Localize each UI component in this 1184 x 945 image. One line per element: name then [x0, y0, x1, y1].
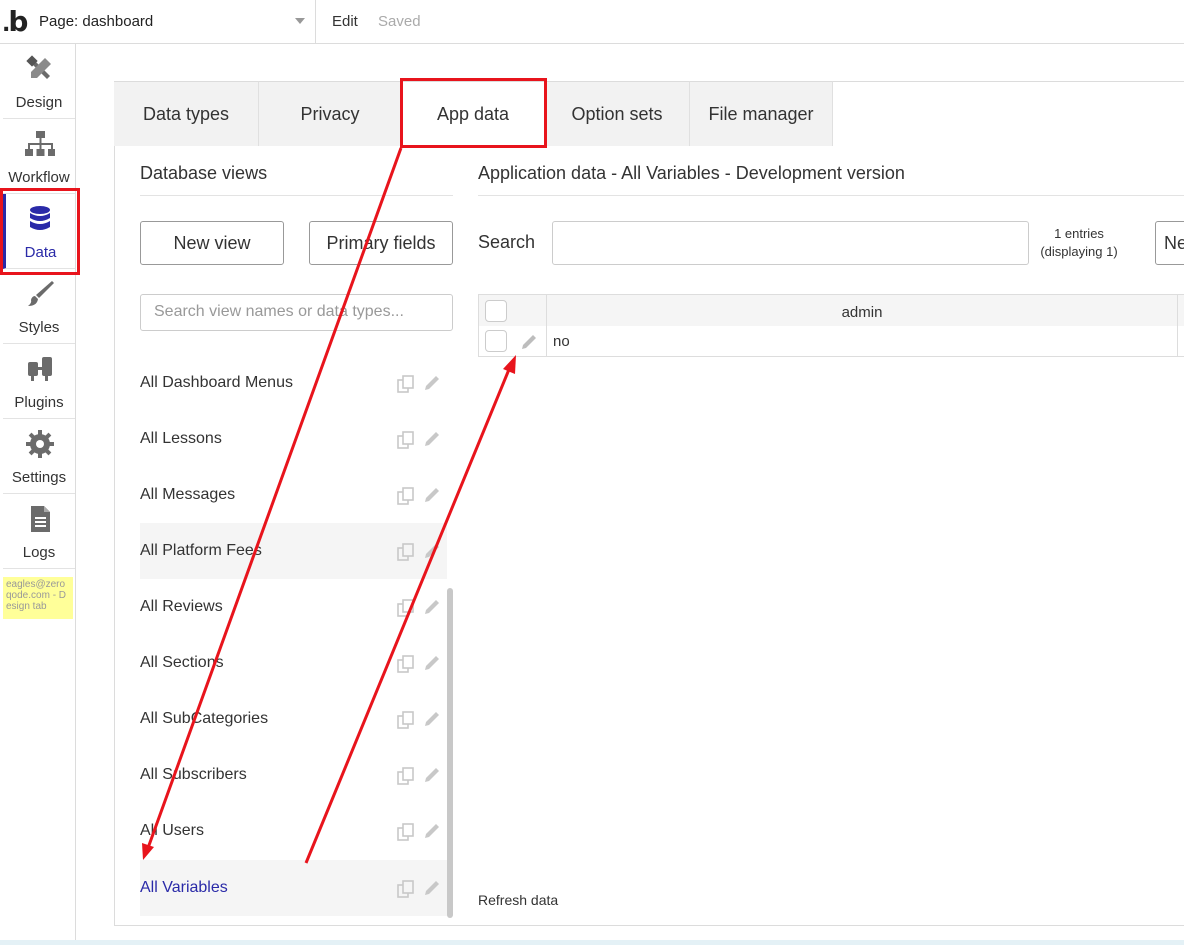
sidebar-item-label: Plugins [14, 394, 64, 411]
database-views-title: Database views [140, 163, 268, 183]
sidebar-item-workflow[interactable]: Workflow [3, 119, 75, 194]
view-name: All Subscribers [140, 766, 247, 783]
pencil-icon[interactable] [422, 765, 442, 785]
sidebar-item-label: Logs [22, 544, 56, 561]
view-name: All Sections [140, 654, 224, 671]
gear-icon [26, 430, 54, 458]
copy-icon[interactable] [396, 766, 416, 786]
pencil-icon[interactable] [422, 541, 442, 561]
pencil-icon[interactable] [422, 485, 442, 505]
divider [478, 195, 1184, 196]
view-name: All Reviews [140, 598, 223, 615]
copy-icon[interactable] [396, 822, 416, 842]
design-icon [26, 55, 51, 79]
view-name: All Lessons [140, 430, 222, 447]
sidebar-item-label: Settings [11, 469, 67, 486]
sidebar-item-label: Workflow [8, 169, 70, 186]
new-view-button[interactable]: New view [140, 221, 284, 265]
bottom-strip [0, 940, 1184, 945]
pencil-icon[interactable] [422, 597, 442, 617]
data-search-input[interactable] [552, 221, 1029, 265]
sidebar-item-label: Styles [18, 319, 60, 336]
list-item[interactable]: All Reviews [140, 579, 447, 635]
tab-option-sets[interactable]: Option sets [545, 81, 690, 146]
view-name: All Messages [140, 486, 236, 503]
user-note: eagles@zeroqode.com - Design tab [3, 577, 73, 619]
saved-status: Saved [378, 13, 421, 30]
copy-icon[interactable] [396, 879, 416, 899]
row-checkbox[interactable] [485, 330, 507, 352]
edit-menu[interactable]: Edit [332, 13, 358, 30]
tab-privacy[interactable]: Privacy [259, 81, 402, 146]
brush-icon [28, 281, 54, 306]
list-item[interactable]: All Subscribers [140, 747, 447, 803]
sidebar-item-plugins[interactable]: Plugins [3, 344, 75, 419]
list-item[interactable]: All Lessons [140, 411, 447, 467]
list-item[interactable]: All Sections [140, 635, 447, 691]
copy-icon[interactable] [396, 430, 416, 450]
list-item[interactable]: All SubCategories [140, 691, 447, 747]
page-selector-label: Page: dashboard [39, 13, 154, 30]
tab-file-manager[interactable]: File manager [690, 81, 833, 146]
app-data-title: Application data - All Variables - Devel… [478, 163, 905, 183]
copy-icon[interactable] [396, 654, 416, 674]
plug-icon [28, 357, 52, 381]
view-name: All Dashboard Menus [140, 374, 293, 391]
view-search-input[interactable]: Search view names or data types... [140, 294, 453, 331]
column-separator [1177, 295, 1178, 327]
new-entry-button[interactable]: Ne [1155, 221, 1184, 265]
pencil-icon[interactable] [422, 653, 442, 673]
view-name: All SubCategories [140, 710, 269, 727]
pencil-icon[interactable] [422, 821, 442, 841]
page-selector[interactable]: Page: dashboard [32, 0, 316, 44]
cell-admin[interactable]: no [553, 333, 570, 350]
pencil-icon[interactable] [519, 332, 539, 352]
sidebar-item-logs[interactable]: Logs [3, 494, 75, 569]
pencil-icon[interactable] [422, 373, 442, 393]
document-icon [31, 506, 50, 532]
sidebar-item-design[interactable]: Design [3, 44, 75, 119]
divider [140, 195, 453, 196]
annotation-box-app-data [400, 78, 547, 148]
column-separator [1177, 326, 1178, 356]
entries-count: 1 entries (displaying 1) [1040, 226, 1118, 259]
column-separator [546, 326, 547, 356]
list-item-selected[interactable]: All Variables [140, 860, 447, 916]
left-sidebar: Design Workflow Data Styles Plugins Sett… [0, 44, 76, 945]
copy-icon[interactable] [396, 374, 416, 394]
primary-fields-button[interactable]: Primary fields [309, 221, 453, 265]
view-name: All Variables [140, 879, 228, 896]
workflow-icon [25, 131, 55, 156]
sidebar-item-label: Design [15, 94, 63, 111]
list-item[interactable]: All Dashboard Menus [140, 355, 447, 411]
list-item[interactable]: All Users [140, 803, 447, 859]
tab-data-types[interactable]: Data types [114, 81, 259, 146]
select-all-checkbox[interactable] [485, 300, 507, 322]
list-item[interactable]: All Messages [140, 467, 447, 523]
pencil-icon[interactable] [422, 429, 442, 449]
view-list-scrollbar[interactable] [447, 588, 453, 918]
sidebar-item-settings[interactable]: Settings [3, 419, 75, 494]
view-name: All Users [140, 822, 205, 839]
pencil-icon[interactable] [422, 878, 442, 898]
view-name: All Platform Fees [140, 542, 262, 559]
table-header: admin [478, 294, 1184, 327]
refresh-data-link[interactable]: Refresh data [478, 892, 558, 908]
bubble-logo[interactable]: .b [2, 5, 32, 38]
sidebar-item-styles[interactable]: Styles [3, 269, 75, 344]
copy-icon[interactable] [396, 598, 416, 618]
chevron-down-icon [295, 18, 305, 24]
list-item[interactable]: All Platform Fees [140, 523, 447, 579]
annotation-box-data [0, 188, 80, 275]
top-bar: .b Page: dashboard Edit Saved [0, 0, 1184, 44]
search-label: Search [478, 232, 536, 252]
table-row[interactable]: no [478, 326, 1184, 357]
column-header-admin[interactable]: admin [547, 304, 1177, 321]
copy-icon[interactable] [396, 710, 416, 730]
copy-icon[interactable] [396, 542, 416, 562]
pencil-icon[interactable] [422, 709, 442, 729]
copy-icon[interactable] [396, 486, 416, 506]
